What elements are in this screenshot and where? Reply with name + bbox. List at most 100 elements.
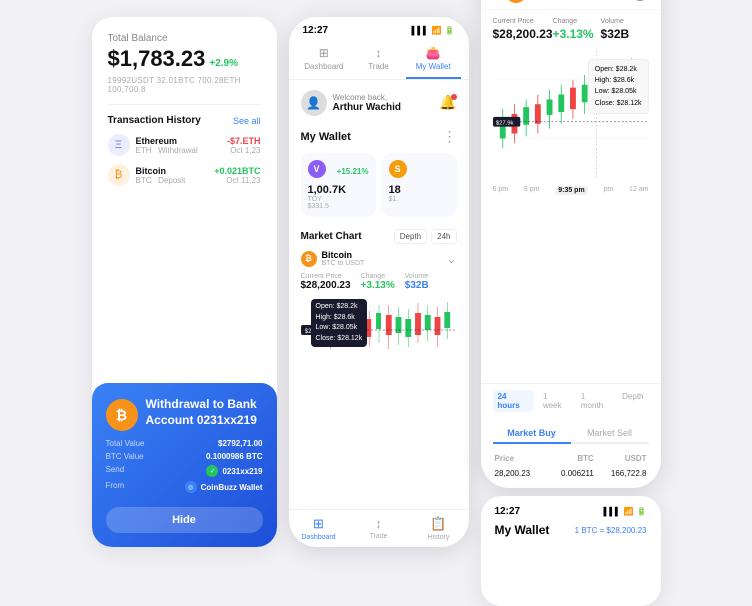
hide-button[interactable]: Hide bbox=[106, 507, 263, 533]
bottom-tab-history[interactable]: 📋 History bbox=[409, 510, 469, 547]
tooltip-open-p2: Open: $28.2k bbox=[316, 302, 363, 313]
bitcoin-detail-phone: 12:27 ▌▌▌ 📶 🔋 ‹ ₿ Bitcoin ⓘ Current Pric… bbox=[481, 0, 661, 488]
market-toggle: Market Buy Market Sell bbox=[493, 424, 649, 444]
back-button[interactable]: ‹ bbox=[493, 0, 499, 3]
tx-info-btc: Bitcoin BTC Deposit bbox=[136, 166, 209, 185]
depth-btn[interactable]: Depth bbox=[394, 229, 427, 244]
svg-text:$27.9k: $27.9k bbox=[495, 121, 513, 127]
ss-value: $1. bbox=[389, 196, 450, 203]
wallet-phone: 12:27 ▌▌▌ 📶 🔋 ⊞ Dashboard ↕ Trade 👛 My W… bbox=[289, 17, 469, 547]
modal-from-value: CoinBuzz Wallet bbox=[201, 483, 263, 492]
bottom-dashboard-icon: ⊞ bbox=[313, 516, 324, 532]
btc-pair: BTC to USDT bbox=[322, 260, 365, 267]
tx-amount-btc: +0.021BTC bbox=[214, 166, 260, 176]
p3-volume-val: $32B bbox=[601, 27, 649, 41]
p4-time: 12:27 bbox=[495, 506, 521, 517]
wallet-menu-icon[interactable]: ⋮ bbox=[443, 128, 457, 145]
eth-icon: Ξ bbox=[108, 134, 130, 156]
table-row: 28,200.23 0.006211 166,722.8 bbox=[495, 467, 647, 480]
wallet-card-vidy[interactable]: V +15.21% 1,00.7K TOY $331.5 bbox=[301, 153, 376, 217]
info-button[interactable]: ⓘ bbox=[631, 0, 649, 1]
balance-amount: $1,783.23 bbox=[108, 46, 206, 72]
market-header: Market Chart Depth 24h bbox=[301, 229, 457, 244]
p3-nav: ‹ ₿ Bitcoin ⓘ bbox=[493, 0, 649, 3]
see-all-link[interactable]: See all bbox=[233, 116, 261, 126]
modal-total-value-row: Total Value $2792,71.00 bbox=[106, 439, 263, 448]
p3-header: 12:27 ▌▌▌ 📶 🔋 ‹ ₿ Bitcoin ⓘ bbox=[481, 0, 661, 10]
mini-candlestick-chart: Open: $28.2k High: $28.6k Low: $28.05k C… bbox=[301, 297, 457, 357]
wallet-title: My Wallet bbox=[301, 131, 351, 143]
p3-volume-label: Volume bbox=[601, 18, 649, 25]
current-price-label: Current Price bbox=[301, 273, 351, 280]
p4-wifi: 📶 bbox=[624, 507, 634, 516]
welcome-row: 👤 Welcome back, Arthur Wachid 🔔 bbox=[301, 90, 457, 116]
modal-from-label: From bbox=[106, 481, 125, 493]
p3-tooltip-low: Low: $28.05k bbox=[595, 86, 642, 97]
wallet-card-ss[interactable]: S 18 $1. bbox=[382, 153, 457, 217]
btc-market-row: ₿ Bitcoin BTC to USDT ⌄ bbox=[301, 250, 457, 267]
tx-date-eth: Oct 1,23 bbox=[227, 146, 261, 155]
time-btn[interactable]: 24h bbox=[431, 229, 456, 244]
market-title: Market Chart bbox=[301, 231, 362, 242]
wallet-icon: 👛 bbox=[426, 46, 441, 60]
time-12am: 12 am bbox=[629, 186, 648, 195]
period-depth[interactable]: Depth bbox=[617, 390, 648, 412]
volume-val: $32B bbox=[405, 280, 429, 291]
ss-amount: 18 bbox=[389, 184, 450, 196]
right-column: 12:27 ▌▌▌ 📶 🔋 ‹ ₿ Bitcoin ⓘ Current Pric… bbox=[481, 0, 661, 606]
tx-right-btc: +0.021BTC Oct 11,23 bbox=[214, 166, 260, 185]
phone-status-bar: 12:27 ▌▌▌ 📶 🔋 bbox=[289, 17, 469, 40]
tx-info-eth: Ethereum ETH Withdrawal bbox=[136, 136, 221, 155]
tab-my-wallet[interactable]: 👛 My Wallet bbox=[406, 40, 461, 79]
tab-trade[interactable]: ↕ Trade bbox=[351, 40, 406, 79]
phone-content-area: 👤 Welcome back, Arthur Wachid 🔔 My Walle… bbox=[289, 80, 469, 509]
modal-send-label: Send bbox=[106, 465, 125, 477]
tx-name-eth: Ethereum bbox=[136, 136, 221, 146]
modal-btc-label: BTC Value bbox=[106, 452, 144, 461]
notification-dot bbox=[451, 94, 457, 100]
tooltip-low-p2: Low: $28.05k bbox=[316, 323, 363, 334]
period-24h[interactable]: 24 hours bbox=[493, 390, 534, 412]
vidy-amount: 1,00.7K bbox=[308, 184, 369, 196]
tx-name-btc: Bitcoin bbox=[136, 166, 209, 176]
period-1m[interactable]: 1 month bbox=[576, 390, 613, 412]
wallet-cards-row: V +15.21% 1,00.7K TOY $331.5 S 18 $1. bbox=[301, 153, 457, 217]
change-label: Change bbox=[361, 273, 395, 280]
modal-from-addr: ◎ CoinBuzz Wallet bbox=[185, 481, 263, 493]
market-buy-btn[interactable]: Market Buy bbox=[493, 424, 571, 444]
p4-section-row: My Wallet 1 BTC = $28,200.23 bbox=[495, 523, 647, 537]
row-price: 28,200.23 bbox=[495, 467, 546, 480]
bottom-tab-trade[interactable]: ↕ Trade bbox=[349, 510, 409, 547]
p4-info: 1 BTC = $28,200.23 bbox=[575, 526, 647, 535]
p3-price-val: $28,200.23 bbox=[493, 27, 553, 41]
tx-right-eth: -$7.ETH Oct 1,23 bbox=[227, 136, 261, 155]
ss-icon: S bbox=[389, 160, 407, 178]
left-panel: Total Balance $1,783.23 +2.9% 19992USDT … bbox=[92, 17, 277, 547]
tx-history-title: Transaction History bbox=[108, 115, 201, 126]
current-price-val: $28,200.23 bbox=[301, 280, 351, 291]
bottom-tab-dashboard[interactable]: ⊞ Dashboard bbox=[289, 510, 349, 547]
wallet-section-header: My Wallet ⋮ bbox=[301, 128, 457, 145]
btc-expand-icon[interactable]: ⌄ bbox=[446, 252, 456, 266]
bottom-trade-icon: ↕ bbox=[375, 516, 382, 531]
balance-change: +2.9% bbox=[209, 58, 238, 69]
tab-dashboard[interactable]: ⊞ Dashboard bbox=[297, 40, 352, 79]
wifi-icon: 📶 bbox=[432, 26, 442, 35]
modal-btc-value: 0.1000986 BTC bbox=[206, 452, 262, 461]
tx-ticker-eth: ETH Withdrawal bbox=[136, 146, 221, 155]
period-1w[interactable]: 1 week bbox=[538, 390, 572, 412]
tx-item-eth: Ξ Ethereum ETH Withdrawal -$7.ETH Oct 1,… bbox=[108, 134, 261, 156]
market-sell-btn[interactable]: Market Sell bbox=[571, 424, 649, 442]
notification-wrap: 🔔 bbox=[439, 94, 456, 112]
p4-battery: 🔋 bbox=[637, 507, 647, 516]
col-price: Price bbox=[495, 452, 546, 465]
tx-item-btc: ₿ Bitcoin BTC Deposit +0.021BTC Oct 11,2… bbox=[108, 164, 261, 186]
user-name: Arthur Wachid bbox=[333, 102, 402, 113]
time-pm: pm bbox=[603, 186, 613, 195]
from-addr-icon: ◎ bbox=[185, 481, 197, 493]
modal-send-row: Send ✓ 0231xx219 bbox=[106, 465, 263, 477]
row-usdt: 166,722.8 bbox=[596, 467, 647, 480]
tx-ticker-btc: BTC Deposit bbox=[136, 176, 209, 185]
price-col-change: Change +3.13% bbox=[361, 273, 395, 291]
btc-info-row: ₿ Bitcoin BTC to USDT bbox=[301, 250, 365, 267]
